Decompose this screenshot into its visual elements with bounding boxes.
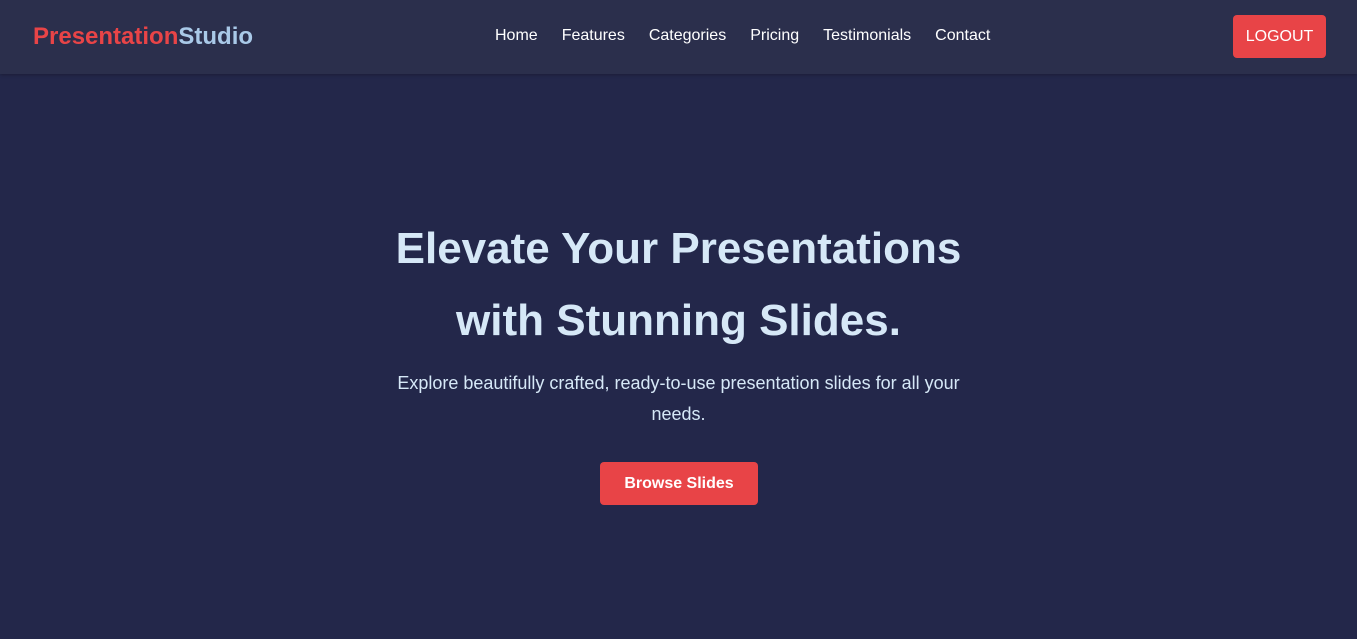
hero-section: Elevate Your Presentations with Stunning… — [0, 74, 1357, 639]
hero-subtitle: Explore beautifully crafted, ready-to-us… — [397, 373, 960, 424]
hero-title: Elevate Your Presentations with Stunning… — [0, 213, 1357, 357]
nav-link-categories[interactable]: Categories — [649, 26, 726, 46]
nav-item-testimonials: Testimonials — [823, 26, 935, 46]
hero-title-line-1: Elevate Your Presentations — [395, 224, 962, 273]
brand-logo[interactable]: PresentationStudio — [33, 22, 253, 52]
brand-name-part-1: Presentation — [33, 23, 179, 50]
hero-title-line-2: with Stunning Slides. — [456, 296, 901, 345]
nav-item-categories: Categories — [649, 26, 750, 46]
nav-item-pricing: Pricing — [750, 26, 823, 46]
nav-item-features: Features — [562, 26, 649, 46]
nav-links: Home Features Categories Pricing Testimo… — [495, 26, 1014, 46]
nav-link-contact[interactable]: Contact — [935, 26, 990, 46]
nav-item-contact: Contact — [935, 26, 1014, 46]
logout-button[interactable]: LOGOUT — [1233, 15, 1326, 58]
brand-name-part-2: Studio — [178, 23, 254, 50]
top-navbar: PresentationStudio Home Features Categor… — [0, 0, 1357, 74]
nav-link-testimonials[interactable]: Testimonials — [823, 26, 911, 46]
nav-link-home[interactable]: Home — [495, 26, 538, 46]
nav-item-home: Home — [495, 26, 562, 46]
nav-link-pricing[interactable]: Pricing — [750, 26, 799, 46]
nav-link-features[interactable]: Features — [562, 26, 625, 46]
browse-slides-button[interactable]: Browse Slides — [600, 462, 758, 505]
